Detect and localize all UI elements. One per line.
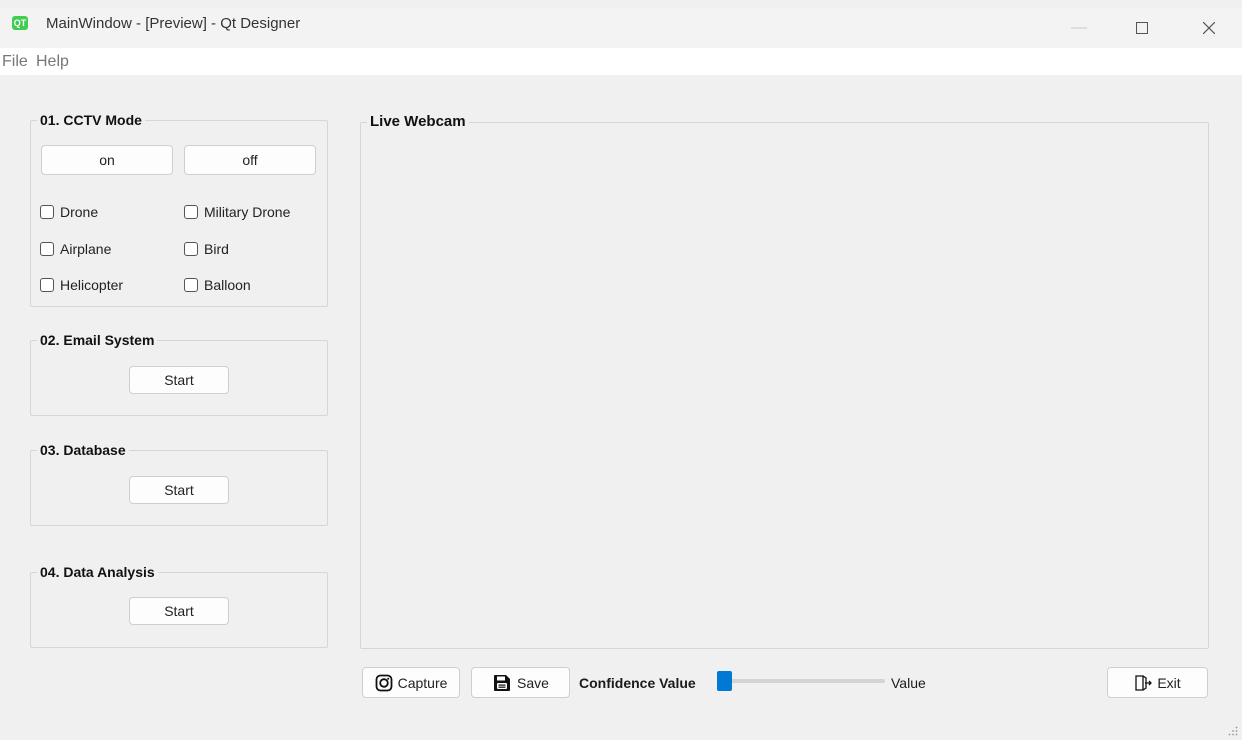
checkbox-label: Bird: [204, 241, 229, 257]
menu-file[interactable]: File: [2, 53, 28, 71]
checkbox-airplane[interactable]: Airplane: [40, 241, 111, 257]
save-button[interactable]: Save: [471, 667, 570, 698]
database-title: 03. Database: [37, 442, 129, 458]
database-start-button[interactable]: Start: [129, 476, 229, 504]
checkbox-military-drone[interactable]: Military Drone: [184, 204, 290, 220]
checkbox-box[interactable]: [40, 278, 54, 292]
checkbox-label: Drone: [60, 204, 99, 220]
confidence-value-label: Confidence Value: [579, 675, 696, 691]
checkbox-box[interactable]: [40, 205, 54, 219]
data-analysis-title: 04. Data Analysis: [37, 564, 158, 580]
cctv-on-button[interactable]: on: [41, 145, 173, 175]
menu-bar: File Help: [0, 48, 1242, 75]
exit-button[interactable]: Exit: [1107, 667, 1208, 698]
maximize-button[interactable]: [1119, 8, 1165, 48]
resize-grip-icon[interactable]: [1228, 726, 1238, 736]
checkbox-label: Military Drone: [204, 204, 291, 220]
minimize-button[interactable]: —: [1056, 8, 1102, 48]
exit-door-icon: [1135, 674, 1153, 691]
capture-button[interactable]: Capture: [362, 667, 460, 698]
checkbox-box[interactable]: [184, 205, 198, 219]
maximize-icon: [1136, 21, 1148, 34]
checkbox-label: Helicopter: [60, 277, 124, 293]
live-webcam-title: Live Webcam: [367, 113, 469, 130]
checkbox-box[interactable]: [184, 242, 198, 256]
confidence-slider-handle[interactable]: [717, 671, 732, 691]
cctv-off-button[interactable]: off: [184, 145, 316, 175]
data-analysis-start-button[interactable]: Start: [129, 597, 229, 625]
window-title: MainWindow - [Preview] - Qt Designer: [46, 15, 301, 32]
save-icon: [494, 674, 511, 691]
main-window-client: 01. CCTV Mode on off Drone Military Dron…: [0, 75, 1242, 740]
checkbox-balloon[interactable]: Balloon: [184, 277, 251, 293]
camera-icon: [375, 674, 392, 691]
checkbox-label: Airplane: [60, 241, 112, 257]
capture-label: Capture: [397, 674, 448, 691]
checkbox-box[interactable]: [184, 278, 198, 292]
cctv-mode-title: 01. CCTV Mode: [37, 112, 145, 128]
checkbox-box[interactable]: [40, 242, 54, 256]
checkbox-helicopter[interactable]: Helicopter: [40, 277, 123, 293]
close-icon: [1202, 21, 1216, 35]
email-system-title: 02. Email System: [37, 332, 158, 348]
exit-label: Exit: [1157, 674, 1181, 691]
email-start-button[interactable]: Start: [129, 366, 229, 394]
checkbox-label: Balloon: [204, 277, 251, 293]
live-webcam-group: Live Webcam: [360, 113, 1209, 649]
save-label: Save: [517, 674, 549, 691]
qt-designer-icon: QT: [12, 16, 28, 30]
close-button[interactable]: [1186, 8, 1232, 48]
confidence-slider-track[interactable]: [717, 679, 885, 683]
checkbox-drone[interactable]: Drone: [40, 204, 98, 220]
checkbox-bird[interactable]: Bird: [184, 241, 229, 257]
menu-help[interactable]: Help: [36, 53, 69, 71]
slider-value-label: Value: [891, 675, 926, 691]
